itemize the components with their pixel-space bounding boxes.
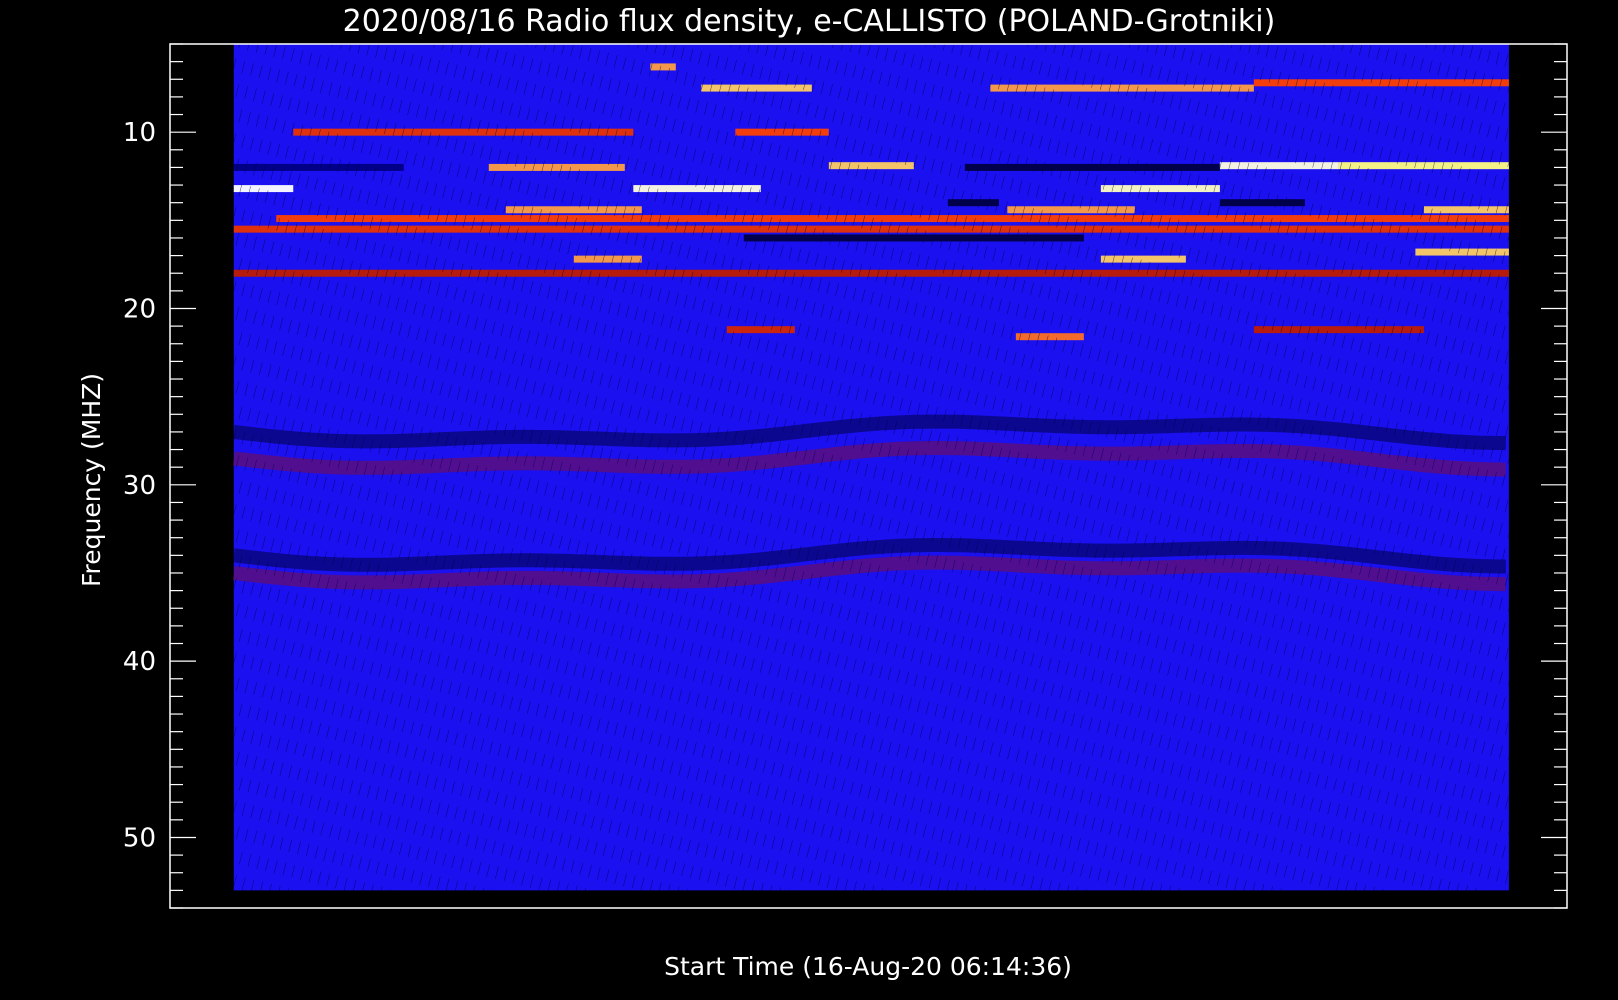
y-tick-label: 30 xyxy=(123,471,156,501)
y-axis-label: Frequency (MHZ) xyxy=(77,373,106,587)
x-axis-label: Start Time (16-Aug-20 06:14:36) xyxy=(664,952,1072,981)
y-tick-label: 10 xyxy=(123,118,156,148)
y-tick-label: 40 xyxy=(123,647,156,677)
spectrogram-texture xyxy=(233,44,1509,891)
plot-area xyxy=(232,44,1509,891)
chart-title: 2020/08/16 Radio flux density, e-CALLIST… xyxy=(343,4,1276,39)
spectrogram-chart: 2020/08/16 Radio flux density, e-CALLIST… xyxy=(77,4,1568,981)
y-tick-label: 50 xyxy=(123,823,156,853)
y-tick-label: 20 xyxy=(123,294,156,324)
